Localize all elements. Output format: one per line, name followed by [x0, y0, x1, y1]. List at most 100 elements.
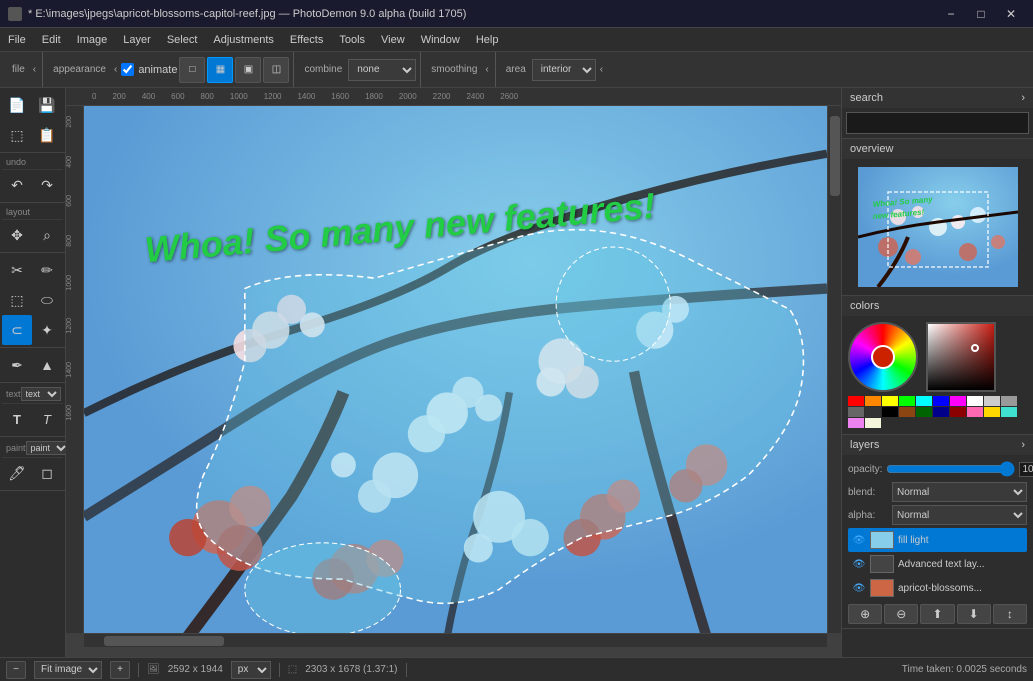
zoom-in-btn[interactable]: +	[110, 661, 130, 679]
tool-text-italic[interactable]: T	[32, 404, 62, 434]
color-wheel[interactable]	[848, 322, 918, 392]
blend-select[interactable]: Normal Multiply Screen Overlay Darken Li…	[892, 482, 1027, 502]
shape-btn-2[interactable]: ▦	[207, 57, 233, 83]
color-swatch[interactable]	[916, 407, 932, 417]
menu-item-view[interactable]: View	[373, 28, 413, 52]
color-swatch[interactable]	[848, 396, 864, 406]
tool-brush[interactable]: 🖊	[2, 458, 32, 488]
maximize-button[interactable]: □	[967, 3, 995, 25]
animate-checkbox[interactable]	[121, 63, 134, 76]
menu-item-effects[interactable]: Effects	[282, 28, 331, 52]
color-swatch[interactable]	[933, 407, 949, 417]
tool-new-file[interactable]: 📄	[2, 90, 32, 120]
unit-select[interactable]: px % cm in	[231, 661, 271, 679]
menu-item-edit[interactable]: Edit	[34, 28, 69, 52]
area-chevron[interactable]: ‹	[598, 64, 605, 75]
scroll-thumb-v[interactable]	[830, 116, 840, 196]
layer-item[interactable]: 👁 fill light	[848, 528, 1027, 552]
zoom-select[interactable]: Fit image 25% 50% 75% 100% 150% 200%	[34, 661, 102, 679]
tool-redo[interactable]: ↷	[32, 170, 62, 200]
layer-item[interactable]: 👁 Advanced text lay...	[848, 552, 1027, 576]
search-input[interactable]	[846, 112, 1029, 134]
tool-move[interactable]: ✥	[2, 220, 32, 250]
tool-crop[interactable]: ✂	[2, 255, 32, 285]
color-swatch[interactable]	[1001, 407, 1017, 417]
tool-eyedropper[interactable]: ✒	[2, 350, 32, 380]
color-swatch[interactable]	[984, 407, 1000, 417]
color-swatch[interactable]	[865, 396, 881, 406]
color-swatch[interactable]	[950, 396, 966, 406]
zoom-out-btn[interactable]: −	[6, 661, 26, 679]
layer-item[interactable]: 👁 apricot-blossoms...	[848, 576, 1027, 600]
menu-item-tools[interactable]: Tools	[331, 28, 373, 52]
color-swatch[interactable]	[882, 396, 898, 406]
color-square[interactable]	[926, 322, 996, 392]
layer-down-btn[interactable]: ⬇	[957, 604, 991, 624]
shape-btn-1[interactable]: □	[179, 57, 205, 83]
canvas-area[interactable]: Whoa! So many new features!	[84, 106, 827, 633]
color-swatch[interactable]	[848, 418, 864, 428]
tool-eraser[interactable]: ◻	[32, 458, 62, 488]
combine-select[interactable]: none add subtract intersect xor	[348, 59, 416, 81]
color-swatch[interactable]	[899, 396, 915, 406]
text-select[interactable]: textpath	[21, 387, 61, 401]
minimize-button[interactable]: −	[937, 3, 965, 25]
color-swatch[interactable]	[967, 396, 983, 406]
color-swatch[interactable]	[984, 396, 1000, 406]
overview-header[interactable]: overview	[842, 139, 1033, 159]
menu-item-help[interactable]: Help	[468, 28, 507, 52]
layer-merge-btn[interactable]: ↕	[993, 604, 1027, 624]
tool-pencil[interactable]: ✏	[32, 255, 62, 285]
color-swatch[interactable]	[848, 407, 864, 417]
layer-visibility-icon[interactable]: 👁	[852, 533, 866, 547]
menu-item-file[interactable]: File	[0, 28, 34, 52]
color-swatch[interactable]	[1001, 396, 1017, 406]
color-swatch[interactable]	[967, 407, 983, 417]
color-swatch[interactable]	[950, 407, 966, 417]
search-header[interactable]: search ›	[842, 88, 1033, 108]
menu-item-layer[interactable]: Layer	[115, 28, 159, 52]
tool-paste[interactable]: 📋	[32, 120, 62, 150]
overview-thumbnail[interactable]: Whoa! So many new features!	[858, 167, 1018, 287]
tool-copy[interactable]: ⬚	[2, 120, 32, 150]
paint-select[interactable]: paintclone	[26, 441, 70, 455]
shape-btn-3[interactable]: ▣	[235, 57, 261, 83]
scroll-thumb-h[interactable]	[104, 636, 224, 646]
colors-header[interactable]: colors	[842, 296, 1033, 316]
color-swatch[interactable]	[882, 407, 898, 417]
tool-magic-wand[interactable]: ✦	[32, 315, 62, 345]
layer-up-btn[interactable]: ⬆	[920, 604, 954, 624]
close-button[interactable]: ✕	[997, 3, 1025, 25]
tool-fill[interactable]: ▲	[32, 350, 62, 380]
color-swatch[interactable]	[916, 396, 932, 406]
alpha-select[interactable]: Normal Inherit Locked	[892, 505, 1027, 525]
menu-item-select[interactable]: Select	[159, 28, 206, 52]
layer-visibility-icon[interactable]: 👁	[852, 581, 866, 595]
layers-header[interactable]: layers ›	[842, 435, 1033, 455]
color-swatch[interactable]	[865, 418, 881, 428]
menu-item-adjustments[interactable]: Adjustments	[205, 28, 282, 52]
tool-ellipse-select[interactable]: ⬭	[32, 285, 62, 315]
canvas-scroll-v[interactable]	[827, 106, 841, 633]
tool-rect-select[interactable]: ⬚	[2, 285, 32, 315]
appearance-chevron[interactable]: ‹	[112, 64, 119, 75]
layer-delete-btn[interactable]: ⊖	[884, 604, 918, 624]
tool-save[interactable]: 💾	[32, 90, 62, 120]
menu-item-image[interactable]: Image	[69, 28, 116, 52]
tool-undo[interactable]: ↶	[2, 170, 32, 200]
tool-text-normal[interactable]: T	[2, 404, 32, 434]
color-swatch[interactable]	[899, 407, 915, 417]
color-swatch[interactable]	[865, 407, 881, 417]
file-chevron[interactable]: ‹	[31, 64, 38, 75]
canvas-scroll-h[interactable]	[84, 633, 827, 647]
color-swatch[interactable]	[933, 396, 949, 406]
layer-new-btn[interactable]: ⊕	[848, 604, 882, 624]
menu-item-window[interactable]: Window	[413, 28, 468, 52]
smoothing-chevron[interactable]: ‹	[483, 64, 490, 75]
tool-zoom[interactable]: ⌕	[32, 220, 62, 250]
shape-btn-4[interactable]: ◫	[263, 57, 289, 83]
layer-visibility-icon[interactable]: 👁	[852, 557, 866, 571]
animate-checkbox-label[interactable]: animate	[121, 63, 177, 76]
tool-lasso-select[interactable]: ⊂	[2, 315, 32, 345]
opacity-slider[interactable]	[886, 462, 1015, 476]
